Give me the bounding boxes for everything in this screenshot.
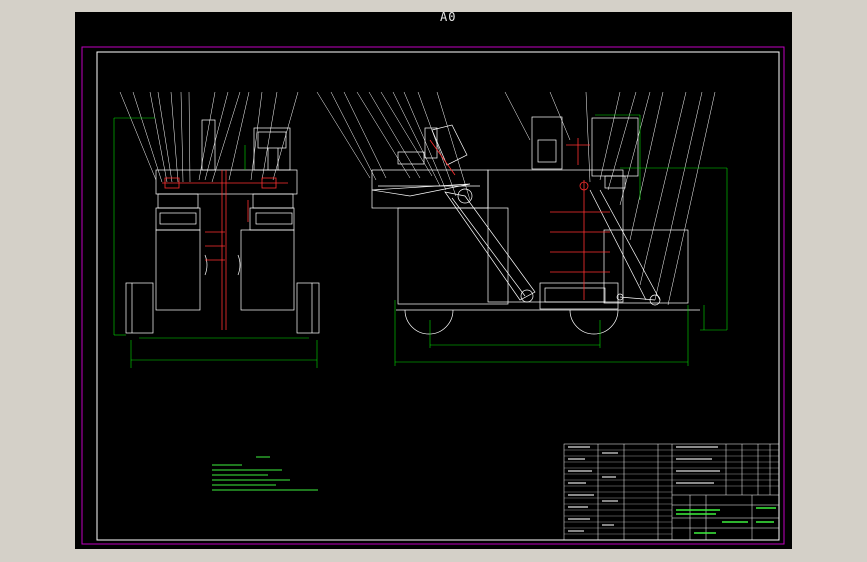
technical-requirements [212,456,318,491]
